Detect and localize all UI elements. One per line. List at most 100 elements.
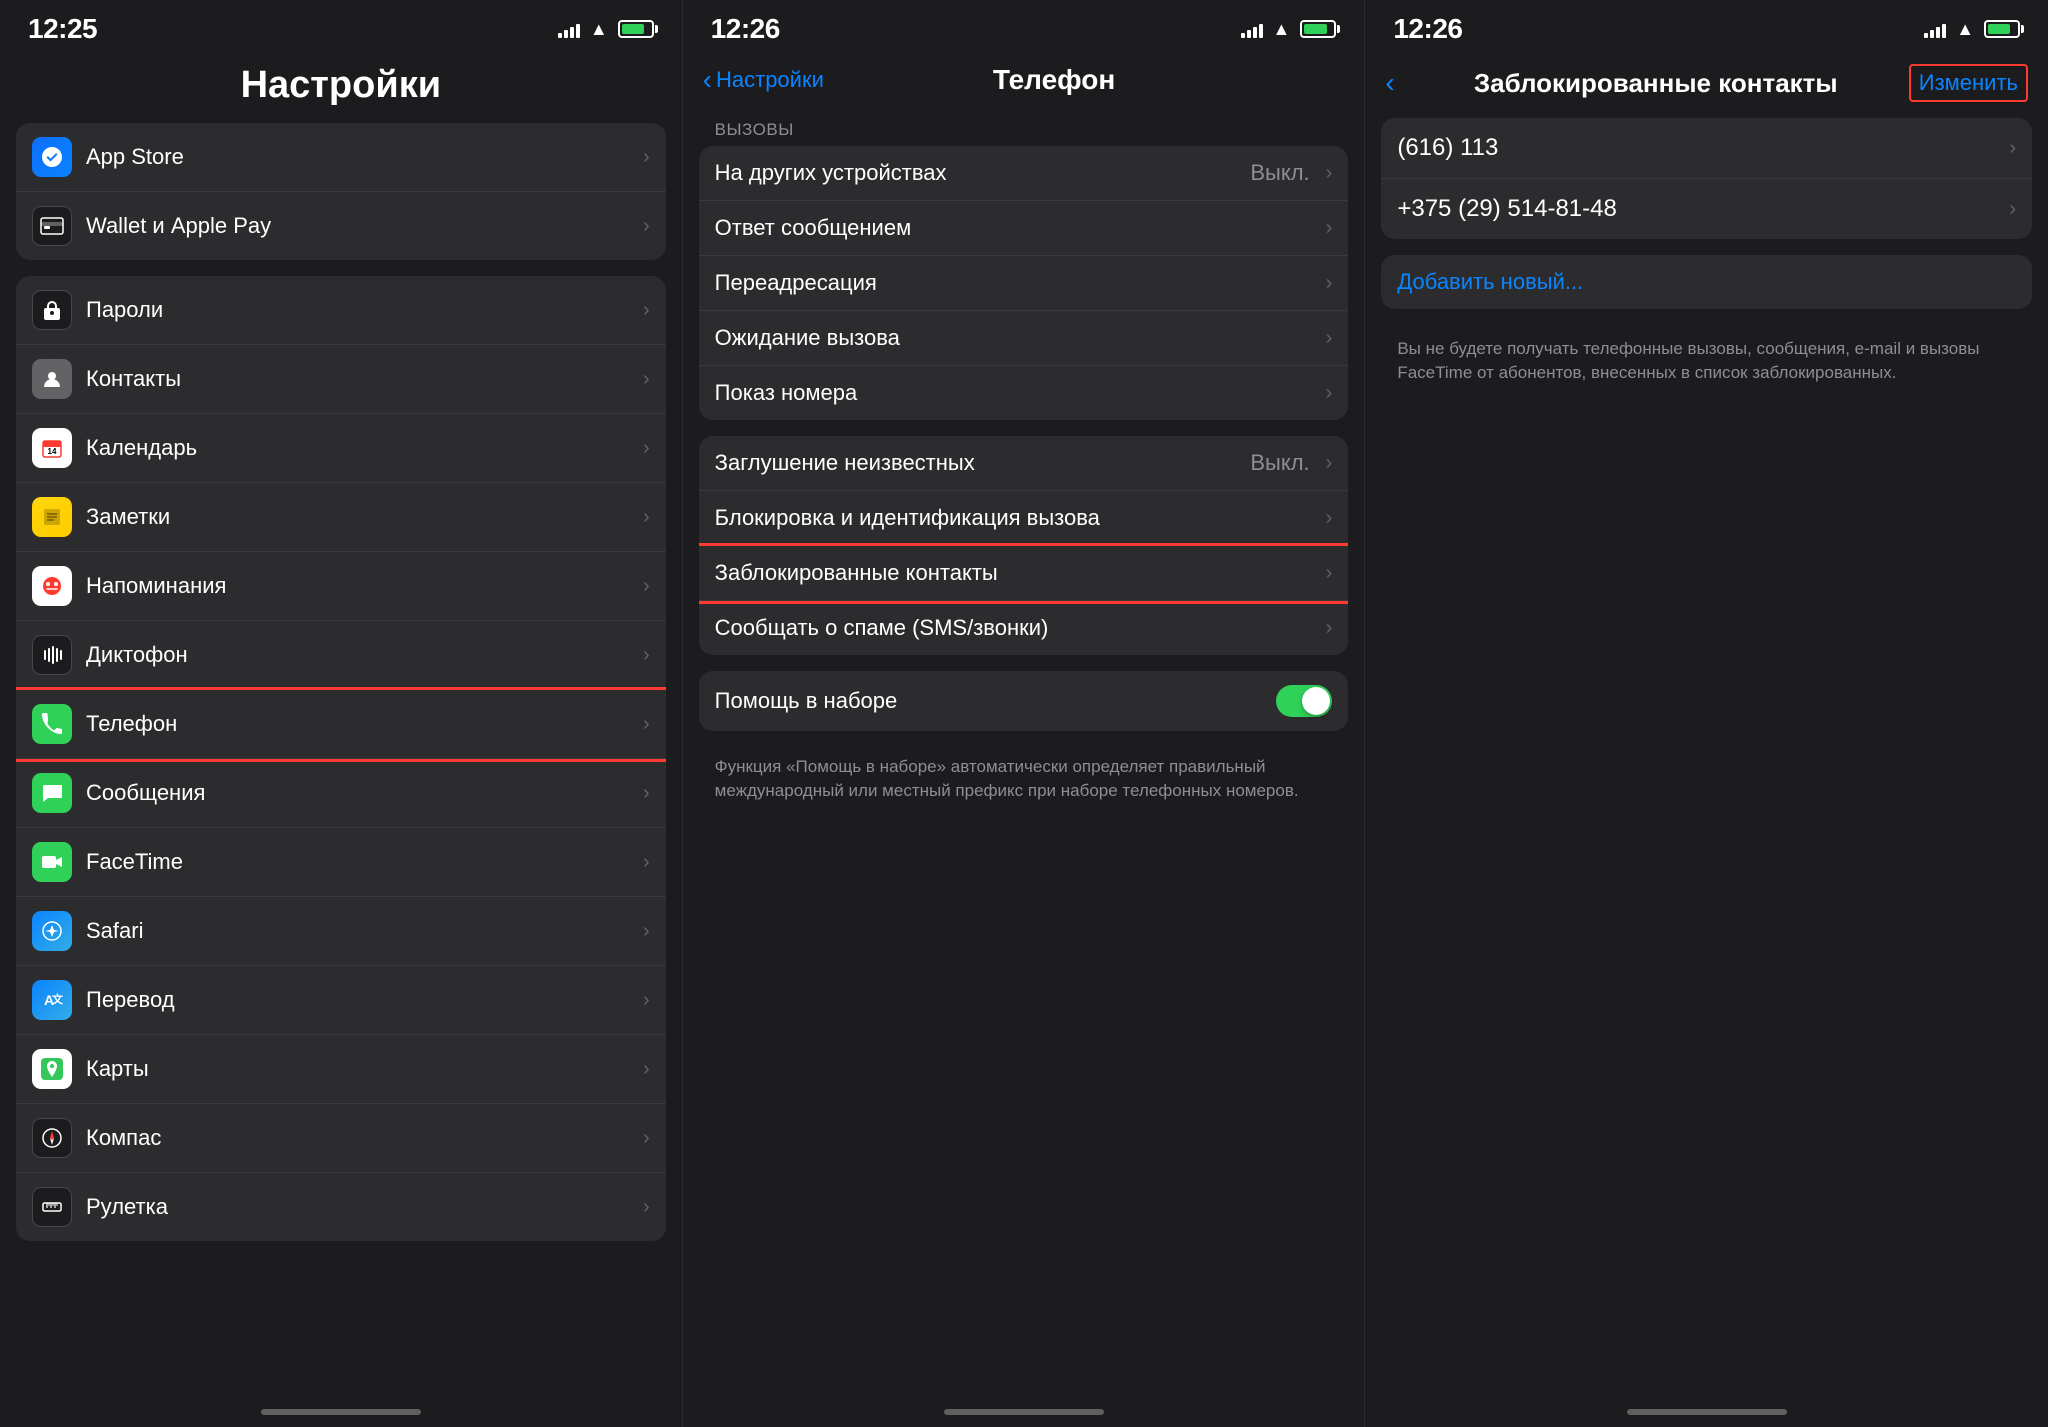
contact-2-chevron: › — [2009, 198, 2016, 221]
back-button-phone[interactable]: ‹ — [1385, 67, 1394, 99]
ruler-chevron: › — [643, 1196, 650, 1219]
reply-chevron: › — [1326, 217, 1333, 240]
settings-item-wallet[interactable]: Wallet и Apple Pay › — [16, 192, 666, 260]
settings-item-passwords[interactable]: Пароли › — [16, 276, 666, 345]
blocked-contact-1[interactable]: (616) 113 › — [1381, 118, 2032, 179]
settings-list: App Store › Wallet и Apple Pay › — [0, 123, 682, 1409]
edit-button[interactable]: Изменить — [1909, 64, 2028, 102]
compass-label: Компас — [86, 1125, 635, 1151]
settings-item-messages[interactable]: Сообщения › — [16, 759, 666, 828]
calls-section-label: ВЫЗОВЫ — [699, 112, 1349, 146]
phone-block-id[interactable]: Блокировка и идентификация вызова › — [699, 491, 1349, 546]
settings-item-appstore[interactable]: App Store › — [16, 123, 666, 192]
phone-group-3: Помощь в наборе — [699, 671, 1349, 731]
dial-assist-help: Функция «Помощь в наборе» автоматически … — [699, 747, 1349, 819]
status-icons-2: ▲ — [1241, 19, 1337, 40]
block-id-label: Блокировка и идентификация вызова — [715, 505, 1318, 531]
safari-chevron: › — [643, 920, 650, 943]
phone-reply-message[interactable]: Ответ сообщением › — [699, 201, 1349, 256]
silence-unknown-value: Выкл. — [1250, 450, 1309, 476]
phone-forwarding[interactable]: Переадресация › — [699, 256, 1349, 311]
settings-item-notes[interactable]: Заметки › — [16, 483, 666, 552]
settings-item-phone[interactable]: Телефон › — [16, 690, 666, 759]
blocked-numbers-group: (616) 113 › +375 (29) 514-81-48 › — [1381, 118, 2032, 239]
dial-assist-toggle[interactable] — [1276, 685, 1332, 717]
reminders-icon — [32, 566, 72, 606]
settings-item-translate[interactable]: A 文 Перевод › — [16, 966, 666, 1035]
reminders-label: Напоминания — [86, 573, 635, 599]
compass-icon — [32, 1118, 72, 1158]
other-devices-value: Выкл. — [1250, 160, 1309, 186]
other-devices-label: На других устройствах — [715, 160, 1251, 186]
safari-icon — [32, 911, 72, 951]
contacts-icon — [32, 359, 72, 399]
settings-item-calendar[interactable]: 14 Календарь › — [16, 414, 666, 483]
call-waiting-chevron: › — [1326, 327, 1333, 350]
settings-item-facetime[interactable]: FaceTime › — [16, 828, 666, 897]
toggle-knob — [1302, 687, 1330, 715]
battery-icon-3 — [1984, 20, 2020, 38]
settings-group-2: Пароли › Контакты › — [16, 276, 666, 1241]
translate-label: Перевод — [86, 987, 635, 1013]
forwarding-label: Переадресация — [715, 270, 1318, 296]
battery-icon-1 — [618, 20, 654, 38]
facetime-icon — [32, 842, 72, 882]
blocked-contacts-header: ‹ Заблокированные контакты Изменить — [1365, 54, 2048, 118]
svg-text:14: 14 — [48, 447, 57, 456]
battery-icon-2 — [1300, 20, 1336, 38]
phone-other-devices[interactable]: На других устройствах Выкл. › — [699, 146, 1349, 201]
phone-group-2: Заглушение неизвестных Выкл. › Блокировк… — [699, 436, 1349, 655]
blocked-contact-2[interactable]: +375 (29) 514-81-48 › — [1381, 179, 2032, 239]
panel-settings: 12:25 ▲ Настройки — [0, 0, 683, 1427]
phone-silence-unknown[interactable]: Заглушение неизвестных Выкл. › — [699, 436, 1349, 491]
translate-chevron: › — [643, 989, 650, 1012]
maps-icon — [32, 1049, 72, 1089]
phone-label: Телефон — [86, 711, 635, 737]
wifi-icon-3: ▲ — [1956, 19, 1974, 40]
svg-text:文: 文 — [52, 992, 63, 1006]
settings-item-contacts[interactable]: Контакты › — [16, 345, 666, 414]
passwords-chevron: › — [643, 299, 650, 322]
settings-item-reminders[interactable]: Напоминания › — [16, 552, 666, 621]
home-indicator-3 — [1627, 1409, 1787, 1415]
calendar-chevron: › — [643, 437, 650, 460]
maps-chevron: › — [643, 1058, 650, 1081]
phone-chevron: › — [643, 713, 650, 736]
settings-item-maps[interactable]: Карты › — [16, 1035, 666, 1104]
phone-settings-header: ‹ Настройки Телефон — [683, 54, 1365, 112]
blocked-contacts-title: Заблокированные контакты — [1403, 68, 1909, 99]
maps-label: Карты — [86, 1056, 635, 1082]
messages-label: Сообщения — [86, 780, 635, 806]
settings-item-voice[interactable]: Диктофон › — [16, 621, 666, 690]
phone-show-number[interactable]: Показ номера › — [699, 366, 1349, 420]
signal-icon-1 — [558, 20, 580, 38]
translate-icon: A 文 — [32, 980, 72, 1020]
facetime-chevron: › — [643, 851, 650, 874]
other-devices-chevron: › — [1326, 162, 1333, 185]
phone-dial-assist[interactable]: Помощь в наборе — [699, 671, 1349, 731]
appstore-label: App Store — [86, 144, 635, 170]
panel-phone-settings: 12:26 ▲ ‹ Настройки Телефон ВЫЗОВЫ — [683, 0, 1366, 1427]
status-icons-3: ▲ — [1924, 19, 2020, 40]
add-new-item[interactable]: Добавить новый... — [1381, 255, 2032, 309]
home-indicator-1 — [261, 1409, 421, 1415]
blocked-info-text: Вы не будете получать телефонные вызовы,… — [1381, 325, 2032, 397]
appstore-icon — [32, 137, 72, 177]
appstore-chevron: › — [643, 146, 650, 169]
back-button-settings[interactable]: ‹ Настройки — [703, 64, 824, 96]
phone-spam-report[interactable]: Сообщать о спаме (SMS/звонки) › — [699, 601, 1349, 655]
settings-item-compass[interactable]: Компас › — [16, 1104, 666, 1173]
phone-call-waiting[interactable]: Ожидание вызова › — [699, 311, 1349, 366]
settings-item-safari[interactable]: Safari › — [16, 897, 666, 966]
show-number-label: Показ номера — [715, 380, 1318, 406]
passwords-label: Пароли — [86, 297, 635, 323]
phone-blocked-contacts[interactable]: Заблокированные контакты › — [699, 546, 1349, 601]
settings-item-ruler[interactable]: Рулетка › — [16, 1173, 666, 1241]
notes-label: Заметки — [86, 504, 635, 530]
settings-title: Настройки — [28, 64, 654, 107]
wallet-label: Wallet и Apple Pay — [86, 213, 635, 239]
spam-report-label: Сообщать о спаме (SMS/звонки) — [715, 615, 1318, 641]
contacts-chevron: › — [643, 368, 650, 391]
wifi-icon-1: ▲ — [590, 19, 608, 40]
messages-icon — [32, 773, 72, 813]
